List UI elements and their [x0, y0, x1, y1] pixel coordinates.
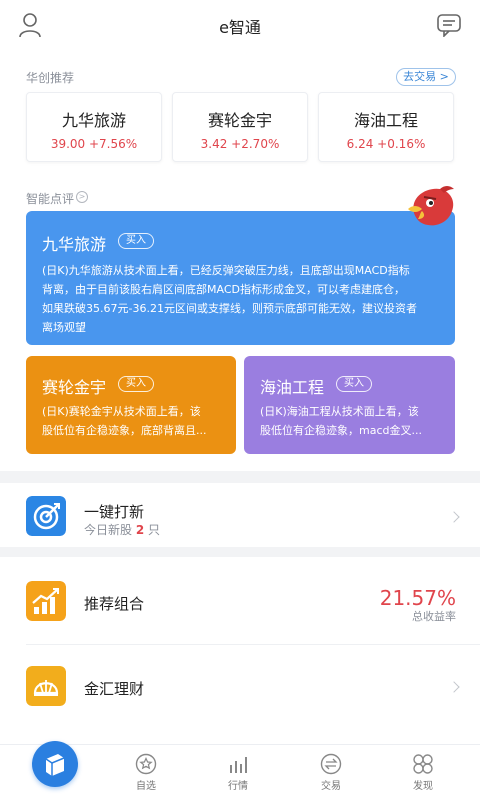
section-divider: [0, 547, 480, 557]
review-line: (日K)赛轮金宇从技术面上看，该: [42, 405, 201, 418]
message-icon[interactable]: [436, 13, 462, 37]
ipo-sub-prefix: 今日新股: [84, 523, 133, 537]
wealth-shell-icon: [26, 666, 66, 706]
top-bar: e智通: [0, 0, 480, 50]
review-stock-name: 赛轮金宇: [42, 378, 107, 397]
trade-icon: [320, 753, 342, 775]
stock-card[interactable]: 海油工程 6.24 +0.16%: [318, 92, 454, 162]
wealth-title: 金汇理财: [84, 680, 145, 698]
wealth-row[interactable]: 金汇理财: [0, 646, 480, 726]
review-text: (日K)海油工程从技术面上看，该 股低位有企稳迹象，macd金叉...: [260, 402, 450, 440]
nav-market[interactable]: 行情: [213, 753, 263, 792]
review-line: 离场观望: [42, 321, 86, 334]
nav-discover[interactable]: 发现: [398, 753, 448, 792]
review-line: 股低位有企稳迹象，macd金叉...: [260, 424, 422, 437]
nav-label: 发现: [413, 781, 433, 792]
review-line: 如果跌破35.67元-36.21元区间或支撑线，则预示底部可能无效，建议投资者: [42, 302, 417, 315]
recommend-section-title: 华创推荐: [26, 71, 75, 85]
nav-label: 交易: [321, 781, 341, 792]
total-return-rate: 21.57%: [379, 586, 456, 610]
app-screen: e智通 华创推荐 去交易 > 九华旅游 39.00 +7.56% 赛轮金宇 3.…: [0, 0, 480, 800]
chevron-right-icon: [448, 681, 460, 693]
growth-chart-icon: [26, 581, 66, 621]
stock-name: 海油工程: [353, 111, 418, 130]
smart-review-section-title: 智能点评: [26, 192, 75, 206]
target-icon: [26, 496, 66, 536]
review-line: 背离，由于目前该股右肩区间底部MACD指标形成金叉，可以考虑建底仓，: [42, 283, 405, 296]
ipo-sub-suffix: 只: [148, 523, 161, 537]
review-line: 股低位有企稳迹象，底部背离且...: [42, 424, 207, 437]
chart-icon: [230, 757, 247, 773]
review-card[interactable]: 海油工程 买入 (日K)海油工程从技术面上看，该 股低位有企稳迹象，macd金叉…: [244, 356, 455, 454]
home-box-icon: [45, 754, 65, 776]
nav-label: 自选: [136, 781, 156, 792]
stock-price-change: 39.00 +7.56%: [50, 137, 138, 151]
review-line: (日K)海油工程从技术面上看，该: [260, 405, 419, 418]
bottom-nav: 自选 行情 交易 发现: [0, 741, 480, 800]
eagle-mascot-icon: [408, 186, 454, 226]
go-trade-button[interactable]: 去交易 >: [396, 68, 456, 86]
info-circle-icon[interactable]: >: [76, 191, 88, 203]
home-nav-button[interactable]: [32, 741, 78, 787]
new-stock-count: 2: [135, 523, 145, 537]
review-text: (日K)赛轮金宇从技术面上看，该 股低位有企稳迹象，底部背离且...: [42, 402, 232, 440]
stock-name: 九华旅游: [61, 111, 126, 130]
buy-badge: 买入: [118, 376, 154, 392]
nav-watchlist[interactable]: 自选: [121, 753, 171, 792]
star-icon: [135, 753, 157, 775]
review-card[interactable]: 赛轮金宇 买入 (日K)赛轮金宇从技术面上看，该 股低位有企稳迹象，底部背离且.…: [26, 356, 236, 454]
row-divider: [26, 644, 480, 645]
review-card-main[interactable]: 九华旅游 买入 (日K)九华旅游从技术面上看，已经反弹突破压力线，且底部出现MA…: [26, 211, 455, 345]
stock-card[interactable]: 赛轮金宇 3.42 +2.70%: [172, 92, 308, 162]
ipo-subtitle: 今日新股 2 只: [84, 521, 160, 538]
review-text: (日K)九华旅游从技术面上看，已经反弹突破压力线，且底部出现MACD指标 背离，…: [42, 261, 447, 337]
buy-badge: 买入: [336, 376, 372, 392]
review-stock-name: 九华旅游: [42, 235, 107, 254]
stock-name: 赛轮金宇: [207, 111, 272, 130]
stock-price-change: 3.42 +2.70%: [200, 137, 280, 151]
chevron-right-icon: [448, 511, 460, 523]
review-line: (日K)九华旅游从技术面上看，已经反弹突破压力线，且底部出现MACD指标: [42, 264, 410, 277]
ipo-title: 一键打新: [84, 503, 145, 521]
buy-badge: 买入: [118, 233, 154, 249]
app-title: e智通: [219, 18, 261, 37]
nav-trade[interactable]: 交易: [306, 753, 356, 792]
section-divider: [0, 471, 480, 483]
review-stock-name: 海油工程: [260, 378, 325, 397]
portfolio-title: 推荐组合: [84, 595, 145, 613]
nav-label: 行情: [228, 781, 248, 792]
stock-price-change: 6.24 +0.16%: [346, 137, 426, 151]
total-return-label: 总收益率: [412, 610, 456, 623]
discover-icon: [413, 754, 433, 774]
stock-card[interactable]: 九华旅游 39.00 +7.56%: [26, 92, 162, 162]
